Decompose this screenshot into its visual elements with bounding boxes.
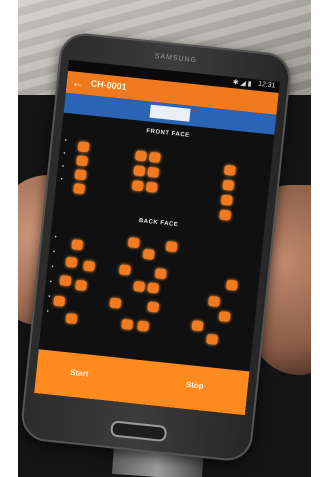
start-button[interactable]: Start	[44, 365, 115, 386]
row-label: •	[64, 137, 68, 145]
led-segment	[220, 194, 233, 206]
led-segment	[127, 237, 140, 249]
led-segment	[165, 241, 178, 253]
led-segment	[206, 333, 219, 345]
led-segment	[65, 256, 78, 268]
status-icons: ✱ ◢ ▮	[232, 79, 252, 89]
led-segment	[222, 179, 235, 191]
photo-scene: SAMSUNG ✱ ◢ ▮ 12:31 ← CH-0001 FRONT FACE…	[18, 0, 311, 477]
led-segment	[53, 295, 66, 307]
led-segment	[73, 183, 86, 195]
led-segment	[147, 301, 160, 313]
row-label: •	[47, 294, 51, 301]
led-segment	[109, 297, 122, 309]
led-segment	[121, 318, 134, 330]
led-segment	[75, 279, 88, 291]
led-segment	[145, 181, 158, 193]
led-segment	[71, 239, 84, 251]
led-segment	[225, 279, 238, 291]
led-segment	[147, 282, 160, 294]
led-segment	[218, 311, 231, 323]
row-label: •	[61, 163, 65, 170]
led-segment	[133, 280, 146, 293]
smartphone: SAMSUNG ✱ ◢ ▮ 12:31 ← CH-0001 FRONT FACE…	[19, 30, 293, 464]
section-label-bottom: BACK FACE	[138, 218, 179, 229]
tab-5[interactable]	[215, 115, 226, 124]
back-arrow-icon[interactable]: ←	[71, 75, 86, 90]
status-time: 12:31	[257, 80, 276, 90]
row-label: •	[52, 249, 56, 256]
led-segment	[65, 313, 78, 325]
tab-4[interactable]	[195, 112, 206, 121]
led-segment	[154, 268, 167, 280]
home-button[interactable]	[109, 420, 168, 443]
led-segment	[148, 151, 161, 163]
led-segment	[76, 155, 89, 167]
led-segment	[208, 295, 221, 307]
app-title: CH-0001	[90, 78, 128, 93]
tab-2[interactable]	[90, 101, 101, 110]
led-segment	[137, 320, 150, 332]
row-label: •	[60, 176, 63, 183]
led-segment	[191, 320, 204, 332]
led-segment	[134, 150, 147, 162]
tab-selected[interactable]	[149, 104, 191, 122]
led-segment	[131, 180, 144, 192]
stop-button[interactable]: Stop	[159, 377, 230, 398]
led-segment	[219, 209, 232, 221]
tab-1[interactable]	[72, 100, 83, 109]
row-label: •	[62, 150, 66, 157]
led-segment	[83, 260, 96, 272]
bottom-action-bar: Start Stop	[34, 349, 250, 416]
tab-6[interactable]	[239, 117, 250, 126]
row-label: •	[51, 264, 54, 271]
tab-7[interactable]	[257, 119, 268, 128]
led-segment	[142, 248, 155, 260]
phone-screen: ✱ ◢ ▮ 12:31 ← CH-0001 FRONT FACE • • • •…	[34, 59, 280, 416]
led-segment	[223, 164, 236, 176]
led-segment	[77, 141, 90, 153]
led-segment	[147, 166, 160, 178]
led-segment	[118, 264, 131, 276]
led-segment	[133, 165, 146, 177]
row-label: •	[46, 308, 50, 316]
led-segment	[74, 169, 87, 181]
row-label: •	[49, 279, 53, 286]
row-label: •	[54, 234, 57, 241]
led-segment	[59, 275, 72, 287]
tab-3[interactable]	[124, 105, 135, 114]
